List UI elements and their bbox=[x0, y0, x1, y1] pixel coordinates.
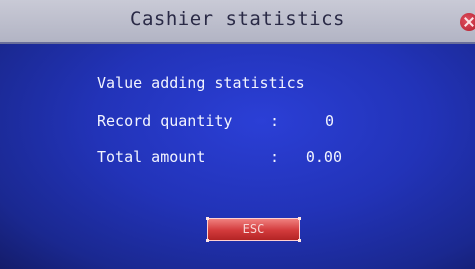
esc-button[interactable]: ESC bbox=[206, 217, 301, 242]
button-corner-marker bbox=[206, 239, 209, 242]
total-amount-value: 0.00 bbox=[305, 148, 342, 166]
record-quantity-label: Record quantity bbox=[97, 112, 233, 130]
title-bar: Cashier statistics bbox=[0, 0, 475, 44]
record-quantity-value: 0 bbox=[324, 112, 334, 130]
cashier-statistics-screen: Cashier statistics Value adding statisti… bbox=[0, 0, 475, 269]
button-corner-marker bbox=[298, 217, 301, 220]
button-corner-marker bbox=[206, 217, 209, 220]
button-corner-marker bbox=[298, 239, 301, 242]
esc-button-label: ESC bbox=[242, 222, 265, 236]
total-amount-label: Total amount bbox=[97, 148, 206, 166]
window-title: Cashier statistics bbox=[130, 8, 345, 30]
close-icon[interactable] bbox=[460, 13, 475, 31]
section-title: Value adding statistics bbox=[97, 74, 305, 92]
